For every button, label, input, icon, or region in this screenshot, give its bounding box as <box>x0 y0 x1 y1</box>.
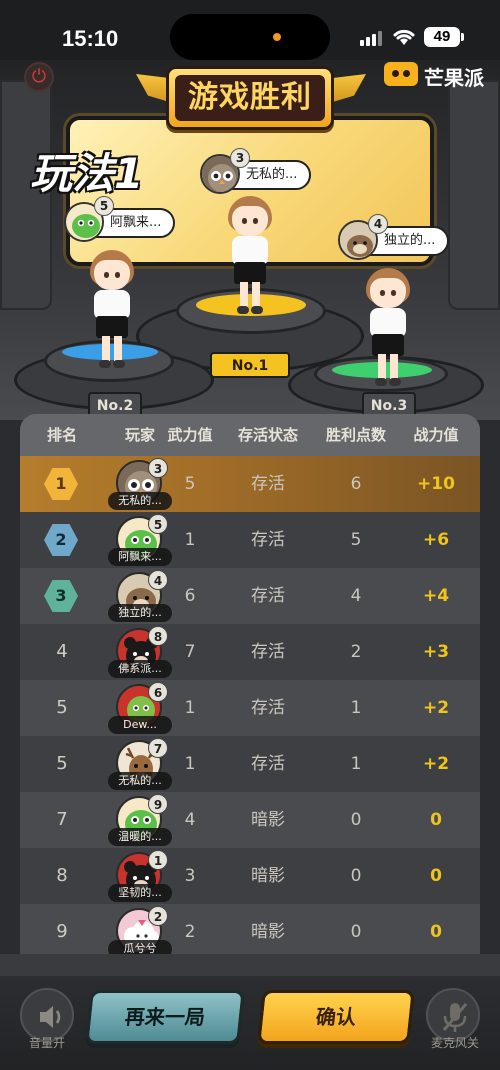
winner-character-second <box>84 250 140 370</box>
header-force: 武力值 <box>167 426 213 444</box>
power-value: +6 <box>422 530 450 550</box>
force-value: 3 <box>184 866 196 886</box>
rank-badge: 3 <box>44 580 78 612</box>
rank-number: 5 <box>56 697 68 718</box>
rank-badge: 1 <box>44 468 78 500</box>
force-value: 7 <box>184 642 196 662</box>
bottom-ledge <box>0 954 500 976</box>
power-value: +4 <box>422 586 450 606</box>
status-value: 存活 <box>251 754 285 774</box>
header-points: 胜利点数 <box>325 426 386 444</box>
podium-third-player-bubble: 4 独立的... <box>338 214 450 260</box>
recording-indicator-icon <box>273 33 281 41</box>
brand-logo: 芒果派 <box>384 60 484 90</box>
confirm-button[interactable]: 确认 <box>257 990 415 1044</box>
winner-character-first <box>222 196 278 316</box>
table-row: 5 7 无私的... 1 存活 1 +2 <box>20 736 480 792</box>
points-value: 2 <box>350 642 362 662</box>
power-value: +2 <box>422 698 450 718</box>
power-value: +2 <box>422 754 450 774</box>
status-value: 存活 <box>251 474 285 494</box>
victory-title-banner: 游戏胜利 <box>166 66 334 130</box>
status-value: 存活 <box>251 530 285 550</box>
status-value: 暗影 <box>251 922 285 942</box>
rank-number: 4 <box>56 641 68 662</box>
battery-icon: 49 <box>424 27 464 47</box>
podium-second-player-bubble: 5 阿飘来... <box>64 196 176 242</box>
power-value: 0 <box>430 866 442 886</box>
podium-third-number: 4 <box>368 214 388 234</box>
status-value: 暗影 <box>251 810 285 830</box>
status-value: 存活 <box>251 698 285 718</box>
table-row: 3 4 独立的... 6 存活 4 +4 <box>20 568 480 624</box>
table-row: 4 8 佛系派... 7 存活 2 +3 <box>20 624 480 680</box>
table-row: 7 9 温暖的... 4 暗影 0 0 <box>20 792 480 848</box>
power-value: +3 <box>422 642 450 662</box>
power-value: 0 <box>430 810 442 830</box>
force-value: 1 <box>184 754 196 774</box>
table-row: 5 6 Dew... 1 存活 1 +2 <box>20 680 480 736</box>
status-value: 暗影 <box>251 866 285 886</box>
points-value: 1 <box>350 754 362 774</box>
mode-label: 玩法1 <box>30 149 144 198</box>
force-value: 1 <box>184 530 196 550</box>
podium-first-label: No.1 <box>210 352 290 378</box>
points-value: 0 <box>350 866 362 886</box>
leaderboard-header: 排名 玩家 武力值 存活状态 胜利点数 战力值 <box>20 414 480 456</box>
force-value: 6 <box>184 586 196 606</box>
header-status: 存活状态 <box>237 426 298 444</box>
podium-third-name: 独立的... <box>384 233 436 248</box>
table-row: 2 5 阿飘来... 1 存活 5 +6 <box>20 512 480 568</box>
header-rank: 排名 <box>46 426 77 444</box>
leaderboard-table: 排名 玩家 武力值 存活状态 胜利点数 战力值 1 3 无私的... 5 存活 … <box>20 414 480 954</box>
microphone-label: 麦克风关 <box>430 1036 479 1050</box>
force-value: 4 <box>184 810 196 830</box>
rank-number: 5 <box>56 753 68 774</box>
power-value: 0 <box>430 922 442 942</box>
status-time: 15:10 <box>62 26 119 51</box>
force-value: 2 <box>184 922 196 942</box>
force-value: 1 <box>184 698 196 718</box>
podium-first-number: 3 <box>230 148 250 168</box>
header-power: 战力值 <box>413 426 459 444</box>
podium-first-name: 无私的... <box>246 167 298 182</box>
replay-button[interactable]: 再来一局 <box>85 990 245 1044</box>
brand-name: 芒果派 <box>424 66 484 90</box>
points-value: 5 <box>350 530 362 550</box>
power-icon[interactable]: ⏻ <box>24 62 54 92</box>
signal-icon <box>360 30 384 46</box>
table-row: 9 2 瓜兮兮 2 暗影 0 0 <box>20 904 480 954</box>
points-value: 1 <box>350 698 362 718</box>
podium-second-number: 5 <box>94 196 114 216</box>
wifi-icon <box>393 29 415 45</box>
points-value: 4 <box>350 586 362 606</box>
rank-number: 7 <box>56 809 68 830</box>
rank-number: 8 <box>56 865 68 886</box>
winner-character-third <box>360 268 416 388</box>
stage-wall-right <box>448 80 500 310</box>
podium-second-name: 阿飘来... <box>110 215 162 230</box>
status-value: 存活 <box>251 642 285 662</box>
rank-number: 9 <box>56 921 68 942</box>
power-value: +10 <box>417 474 455 494</box>
points-value: 0 <box>350 810 362 830</box>
points-value: 0 <box>350 922 362 942</box>
table-row: 8 1 坚韧的... 3 暗影 0 0 <box>20 848 480 904</box>
volume-label: 音量开 <box>28 1036 65 1050</box>
table-row: 1 3 无私的... 5 存活 6 +10 <box>20 456 480 512</box>
rank-badge: 2 <box>44 524 78 556</box>
force-value: 5 <box>184 474 196 494</box>
dynamic-island <box>170 14 330 60</box>
points-value: 6 <box>350 474 362 494</box>
podium-first-player-bubble: 3 无私的... <box>200 148 312 194</box>
mango-logo-icon <box>384 62 418 86</box>
victory-title: 游戏胜利 <box>175 75 325 121</box>
status-value: 存活 <box>251 586 285 606</box>
